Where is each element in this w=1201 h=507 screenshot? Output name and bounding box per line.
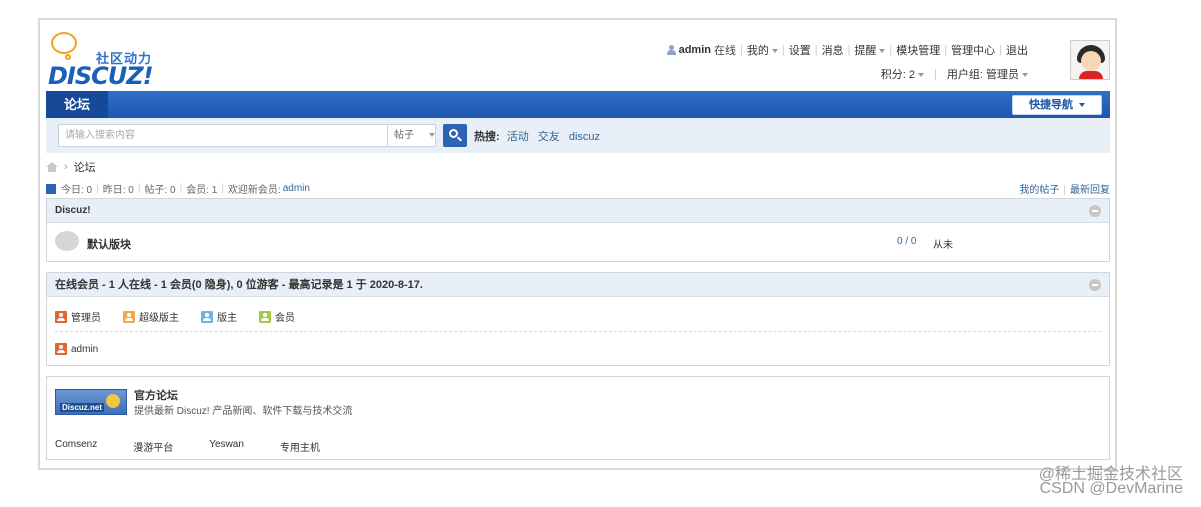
user-icon [666,45,676,55]
my-posts-link[interactable]: 我的帖子 [1019,185,1059,196]
avatar[interactable] [1070,40,1110,80]
notifications-menu[interactable]: 提醒 [854,42,886,58]
stat-members: 会员: 1 [186,185,218,196]
official-forum-link[interactable]: 官方论坛 [134,387,178,403]
user-group-menu[interactable]: 用户组: 管理员 [947,66,1028,82]
tab-forum[interactable]: 论坛 [46,91,108,118]
admin-user-icon [55,343,67,355]
hot-search-label: 热搜: [474,131,500,143]
online-members-box: 在线会员 - 1 人在线 - 1 会员(0 隐身), 0 位游客 - 最高记录是… [46,272,1110,366]
stat-yesterday: 昨日: 0 [102,185,134,196]
online-header: 在线会员 - 1 人在线 - 1 会员(0 隐身), 0 位游客 - 最高记录是… [47,273,1109,297]
messages-link[interactable]: 消息 [822,42,844,58]
stats-links: 我的帖子 | 最新回复 [1019,185,1110,196]
user-nav: admin 在线 | 我的 | 设置 | 消息 | 提醒 | 模块管理 | 管理… [666,42,1028,58]
user-nav-secondary: 积分: 2 | 用户组: 管理员 [881,66,1028,82]
friend-links-box: Discuz.net 官方论坛 提供最新 Discuz! 产品新闻、软件下载与技… [46,376,1110,460]
forum-bubble-icon [55,231,79,251]
settings-link[interactable]: 设置 [789,42,811,58]
latest-replies-link[interactable]: 最新回复 [1070,185,1110,196]
breadcrumb-current[interactable]: 论坛 [74,159,96,175]
hot-term[interactable]: 交友 [538,131,560,143]
legend-moderator: 版主 [201,309,237,324]
bar-chart-icon [46,183,56,194]
forum-name-link[interactable]: 默认版块 [87,236,131,252]
stat-today: 今日: 0 [61,185,93,196]
search-bar: 请输入搜索内容 帖子 热搜: 活动 交友 discuz [46,118,1110,153]
admin-center-link[interactable]: 管理中心 [951,42,995,58]
new-member-link[interactable]: admin [283,183,310,194]
discuz-net-banner[interactable]: Discuz.net [55,389,127,415]
chevron-down-icon [1079,103,1086,108]
collapse-icon[interactable] [1089,205,1101,217]
stat-welcome: 欢迎新会员: [227,185,281,196]
watermark: @稀土掘金技术社区 CSDN @DevMarine [1039,467,1183,497]
quick-nav-button[interactable]: 快捷导航 [1012,95,1102,115]
legend-super-moderator: 超级版主 [123,309,179,324]
logo-bubble-small-icon [65,54,71,60]
legend-member: 会员 [259,309,295,324]
online-summary: 在线会员 - 1 人在线 - 1 会员(0 隐身), 0 位游客 - 最高记录是… [55,279,423,291]
official-forum-desc: 提供最新 Discuz! 产品新闻、软件下载与技术交流 [134,406,353,417]
member-user-icon [259,310,271,323]
search-type-select[interactable]: 帖子 [388,124,436,147]
forum-stats: 今日: 0 | 昨日: 0 | 帖子: 0 | 会员: 1 | 欢迎新会员: admin [46,181,310,196]
banner-label: Discuz.net [60,403,105,412]
divider [55,331,1101,332]
chevron-down-icon [918,73,925,78]
watermark-line2: CSDN @DevMarine [1039,480,1183,497]
category-title[interactable]: Discuz! [55,205,91,216]
category-header: Discuz! [47,199,1109,223]
username-link[interactable]: admin [679,44,711,56]
partner-link[interactable]: 专用主机 [280,439,320,454]
online-member[interactable]: admin [55,343,98,355]
page-frame: 社区动力 DISCUZ! admin 在线 | 我的 | 设置 | 消息 | 提… [38,18,1117,470]
logout-link[interactable]: 退出 [1006,42,1028,58]
chevron-down-icon [879,49,886,54]
search-button[interactable] [443,124,467,147]
search-input[interactable]: 请输入搜索内容 [58,124,388,147]
hot-term[interactable]: 活动 [507,131,529,143]
chevron-right-icon: › [64,161,68,173]
credits-menu[interactable]: 积分: 2 [881,66,925,82]
forum-last-post: 从未 [933,240,953,251]
online-status: 在线 [713,45,736,57]
partner-links: Comsenz 漫游平台 Yeswan 专用主机 [55,439,356,454]
main-nav: 论坛 快捷导航 [46,91,1110,118]
breadcrumb: › 论坛 [46,159,96,175]
moderator-user-icon [201,310,213,323]
hot-search: 热搜: 活动 交友 discuz [474,128,606,144]
discuz-logo[interactable]: 社区动力 DISCUZ! [48,32,168,90]
chevron-down-icon [771,49,778,54]
online-member-name[interactable]: admin [71,344,98,355]
chevron-down-icon [1022,73,1028,78]
chevron-down-icon [428,133,435,138]
my-menu[interactable]: 我的 [747,42,778,58]
collapse-icon[interactable] [1089,279,1101,291]
legend-admin: 管理员 [55,309,101,324]
module-manage-link[interactable]: 模块管理 [896,42,940,58]
hot-term[interactable]: discuz [569,131,600,143]
home-icon[interactable] [46,162,58,172]
forum-counts: 0 / 0 [897,236,917,247]
logo-bubble-icon [51,32,77,54]
member-legend: 管理员 超级版主 版主 会员 [55,309,317,324]
admin-user-icon [55,310,67,323]
forum-row: 默认版块 0 / 0 从未 [47,223,1109,261]
partner-link[interactable]: Comsenz [55,439,97,454]
stat-posts: 帖子: 0 [144,185,176,196]
category-box: Discuz! 默认版块 0 / 0 从未 [46,198,1110,262]
super-moderator-user-icon [123,310,135,323]
partner-link[interactable]: Yeswan [209,439,244,454]
logo-wordmark: DISCUZ! [48,62,154,90]
partner-link[interactable]: 漫游平台 [133,439,173,454]
